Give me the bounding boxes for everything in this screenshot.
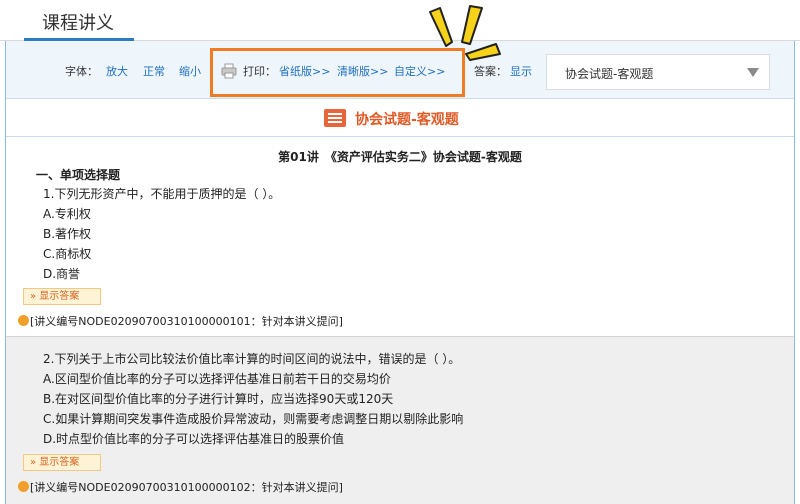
question-list: 第01讲 《资产评估实务二》协会试题-客观题 一、单项选择题 1.下列无形资产中… [6, 138, 794, 504]
question-note-link[interactable]: [讲义编号NODE02090700310100000101：针对本讲义提问] [30, 315, 343, 328]
option-b: B.著作权 [43, 227, 92, 241]
section-header: 协会试题-客观题 [6, 99, 794, 137]
question-stem: 2.下列关于上市公司比较法价值比率计算的时间区间的说法中，错误的是（ ）。 [43, 352, 461, 366]
question-note-link[interactable]: [讲义编号NODE02090700310100000102：针对本讲义提问] [30, 481, 343, 494]
question-note-row: [讲义编号NODE02090700310100000102：针对本讲义提问] [18, 479, 343, 495]
question-icon [18, 481, 29, 492]
question-stem: 1.下列无形资产中，不能用于质押的是（ ）。 [43, 187, 281, 201]
option-d: D.时点型价值比率的分子可以选择评估基准日的股票价值 [43, 432, 345, 446]
question-block: 2.下列关于上市公司比较法价值比率计算的时间区间的说法中，错误的是（ ）。 A.… [6, 337, 794, 504]
lecture-title: 第01讲 《资产评估实务二》协会试题-客观题 [278, 150, 522, 164]
content-frame: 字体： 放大 正常 缩小 打印： 省纸版>> 清晰版>> 自定义>> 答案： 显… [5, 41, 795, 504]
option-a: A.区间型价值比率的分子可以选择评估基准日前若干日的交易均价 [43, 372, 391, 386]
toolbar: 字体： 放大 正常 缩小 打印： 省纸版>> 清晰版>> 自定义>> 答案： 显… [6, 41, 794, 99]
show-answer-button[interactable]: » 显示答案 [23, 288, 101, 305]
show-answer-button[interactable]: » 显示答案 [23, 454, 101, 471]
option-d: D.商誉 [43, 267, 81, 281]
question-icon [18, 315, 29, 326]
section-title: 协会试题-客观题 [355, 112, 459, 128]
font-small-button[interactable]: 缩小 [179, 65, 201, 79]
font-normal-button[interactable]: 正常 [143, 65, 165, 79]
question-block: 第01讲 《资产评估实务二》协会试题-客观题 一、单项选择题 1.下列无形资产中… [6, 138, 794, 337]
option-c: C.如果计算期间突发事件造成股价异常波动，则需要考虑调整日期以剔除此影响 [43, 412, 464, 426]
font-label: 字体： [65, 65, 98, 78]
chapter-select[interactable]: 协会试题-客观题 [546, 54, 770, 90]
section-heading: 一、单项选择题 [36, 168, 121, 182]
option-b: B.在对区间型价值比率的分子进行计算时，应当选择90天或120天 [43, 392, 394, 406]
answer-show-link[interactable]: 显示 [510, 65, 532, 79]
answer-label: 答案： [474, 65, 507, 78]
chevron-down-icon[interactable] [747, 68, 759, 77]
font-large-button[interactable]: 放大 [106, 65, 128, 79]
tab-course-notes[interactable]: 课程讲义 [42, 9, 114, 35]
question-note-row: [讲义编号NODE02090700310100000101：针对本讲义提问] [18, 313, 343, 329]
print-options-highlight [210, 48, 465, 97]
option-a: A.专利权 [43, 207, 91, 221]
chapter-select-value: 协会试题-客观题 [565, 67, 654, 81]
option-c: C.商标权 [43, 247, 92, 261]
document-icon [324, 109, 346, 127]
tab-bar: 课程讲义 [0, 0, 800, 41]
